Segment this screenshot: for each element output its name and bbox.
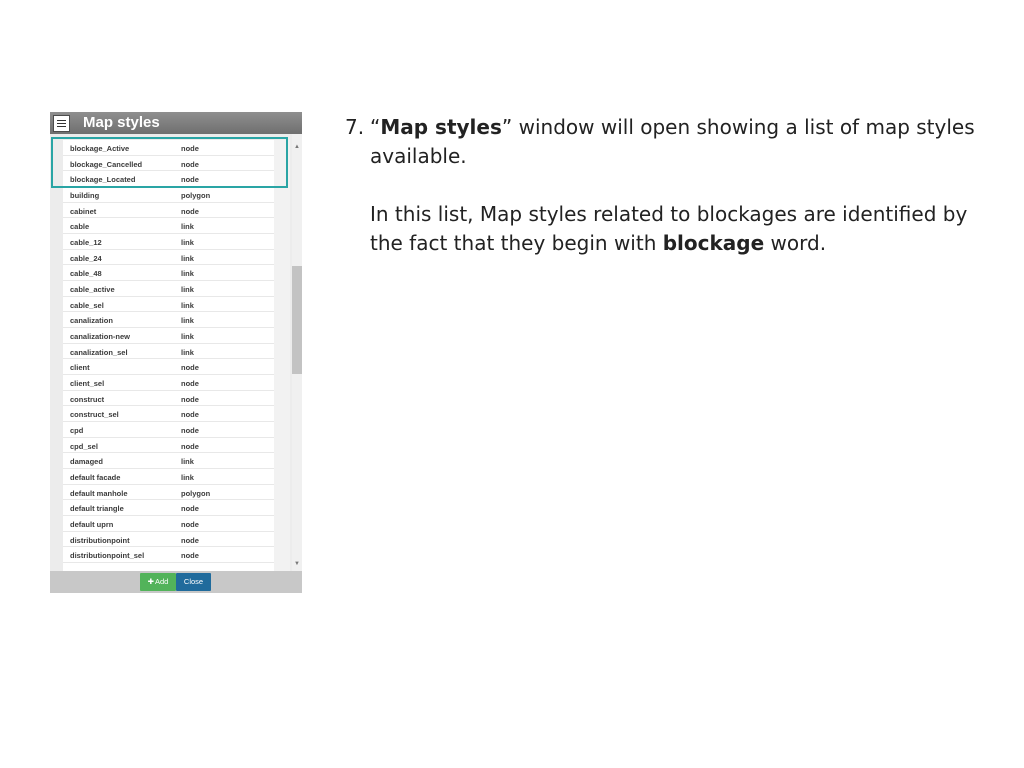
instruction-text: 7. “Map styles” window will open showing … (345, 113, 985, 258)
map-style-row[interactable]: cpd node (63, 422, 274, 438)
map-style-name: default uprn (70, 520, 114, 530)
explanation-end: word. (764, 231, 827, 255)
map-style-type: polygon (181, 191, 211, 201)
styles-list[interactable]: blockage_Active node blockage_Cancelled nod… (63, 140, 274, 571)
map-style-row[interactable]: default manhole polygon (63, 485, 274, 501)
map-style-type: link (181, 347, 194, 357)
map-style-row[interactable]: default facade link (63, 469, 274, 485)
map-style-name: building (70, 191, 100, 201)
map-style-type: link (181, 457, 194, 467)
plus-icon: ✚ (147, 577, 154, 586)
map-style-row[interactable]: canalization link (63, 312, 274, 329)
map-style-row[interactable]: cable_24 link (63, 250, 274, 266)
map-style-row[interactable]: canalization-new link (63, 328, 274, 344)
map-style-type: link (181, 269, 194, 279)
map-style-row[interactable]: client node (63, 359, 274, 376)
blockage-word-bold: blockage (662, 231, 765, 255)
map-style-name: distributionpoint_sel (70, 551, 145, 561)
map-style-name: cable_48 (70, 269, 102, 279)
map-style-row[interactable]: cable_12 link (63, 234, 274, 250)
map-style-name: construct (70, 394, 105, 404)
map-style-type: node (181, 441, 199, 451)
map-style-row[interactable]: cabinet node (63, 203, 274, 219)
map-style-name: cable_24 (70, 253, 102, 263)
map-style-row[interactable]: building polygon (63, 187, 274, 203)
list-scrollbar[interactable]: ▲ ▼ (292, 134, 302, 571)
map-style-name: default triangle (70, 504, 124, 514)
map-style-type: node (181, 426, 199, 436)
map-style-type: link (181, 253, 194, 263)
blockage-styles-highlight (51, 137, 288, 188)
map-style-type: link (181, 300, 194, 310)
map-style-name: cpd_sel (70, 441, 98, 451)
add-button-label: Add (154, 577, 169, 586)
map-style-name: cable (70, 222, 90, 232)
add-button[interactable]: ✚Add (140, 573, 176, 591)
quote-open: “ (370, 115, 381, 139)
map-style-row[interactable]: cable_48 link (63, 265, 274, 282)
map-style-name: damaged (70, 457, 103, 467)
map-style-type: node (181, 551, 199, 561)
map-style-type: link (181, 222, 194, 232)
map-style-type: link (181, 332, 194, 342)
list-gutter (274, 140, 290, 571)
map-style-name: canalization_sel (70, 347, 128, 357)
map-style-name: cabinet (70, 206, 97, 216)
map-style-row[interactable]: construct_sel node (63, 406, 274, 423)
window-title: Map styles (83, 114, 160, 131)
map-style-row[interactable]: damaged link (63, 453, 274, 470)
map-style-row[interactable]: cable link (63, 218, 274, 235)
map-style-name: construct_sel (70, 410, 119, 420)
map-style-type: node (181, 410, 199, 420)
map-style-row[interactable]: distributionpoint_sel node (63, 547, 274, 564)
map-style-name: distributionpoint (70, 535, 130, 545)
explanation-paragraph: In this list, Map styles related to bloc… (345, 200, 985, 258)
close-button-label: Close (183, 577, 204, 586)
map-style-type: node (181, 535, 199, 545)
map-style-row[interactable]: default triangle node (63, 500, 274, 517)
map-style-name: default facade (70, 473, 121, 483)
map-style-row[interactable]: canalization_sel link (63, 344, 274, 360)
map-style-row[interactable]: client_sel node (63, 375, 274, 391)
close-button[interactable]: Close (176, 573, 211, 591)
map-style-row[interactable]: cable_sel link (63, 297, 274, 313)
scroll-down-arrow-icon[interactable]: ▼ (294, 561, 300, 567)
map-style-name: cable_sel (70, 300, 104, 310)
map-style-name: canalization (70, 316, 113, 326)
map-style-type: node (181, 520, 199, 530)
map-style-type: node (181, 206, 199, 216)
step-paragraph: 7. “Map styles” window will open showing … (345, 113, 985, 171)
map-style-type: link (181, 473, 194, 483)
map-style-type: polygon (181, 488, 211, 498)
map-style-name: canalization-new (70, 332, 131, 342)
map-style-type: link (181, 285, 194, 295)
map-style-type: node (181, 379, 199, 389)
map-style-type: link (181, 316, 194, 326)
map-style-type: node (181, 394, 199, 404)
map-style-name: client_sel (70, 379, 105, 389)
map-style-row[interactable]: default uprn node (63, 516, 274, 532)
map-style-name: client (70, 363, 90, 373)
window-footer: ✚Add Close (50, 571, 302, 593)
map-style-type: node (181, 504, 199, 514)
step-number: 7. (345, 115, 365, 139)
scroll-up-arrow-icon[interactable]: ▲ (294, 144, 300, 150)
map-styles-window: Map styles blockage_Active node blockage_C… (50, 112, 302, 593)
list-icon (53, 115, 70, 132)
scrollbar-thumb[interactable] (292, 266, 302, 374)
map-style-row[interactable]: distributionpoint node (63, 532, 274, 548)
map-style-name: cable_active (70, 285, 115, 295)
map-style-name: cable_12 (70, 238, 102, 248)
map-style-name: default manhole (70, 488, 128, 498)
map-style-type: node (181, 363, 199, 373)
window-name-bold: Map styles (380, 115, 502, 139)
map-style-row[interactable]: construct node (63, 391, 274, 407)
window-title-bar: Map styles (50, 112, 302, 134)
map-style-name: cpd (70, 426, 84, 436)
map-style-type: link (181, 238, 194, 248)
map-style-row[interactable]: cable_active link (63, 281, 274, 297)
styles-list-area[interactable]: blockage_Active node blockage_Cancelled nod… (50, 134, 302, 571)
map-style-row[interactable]: cpd_sel node (63, 438, 274, 454)
